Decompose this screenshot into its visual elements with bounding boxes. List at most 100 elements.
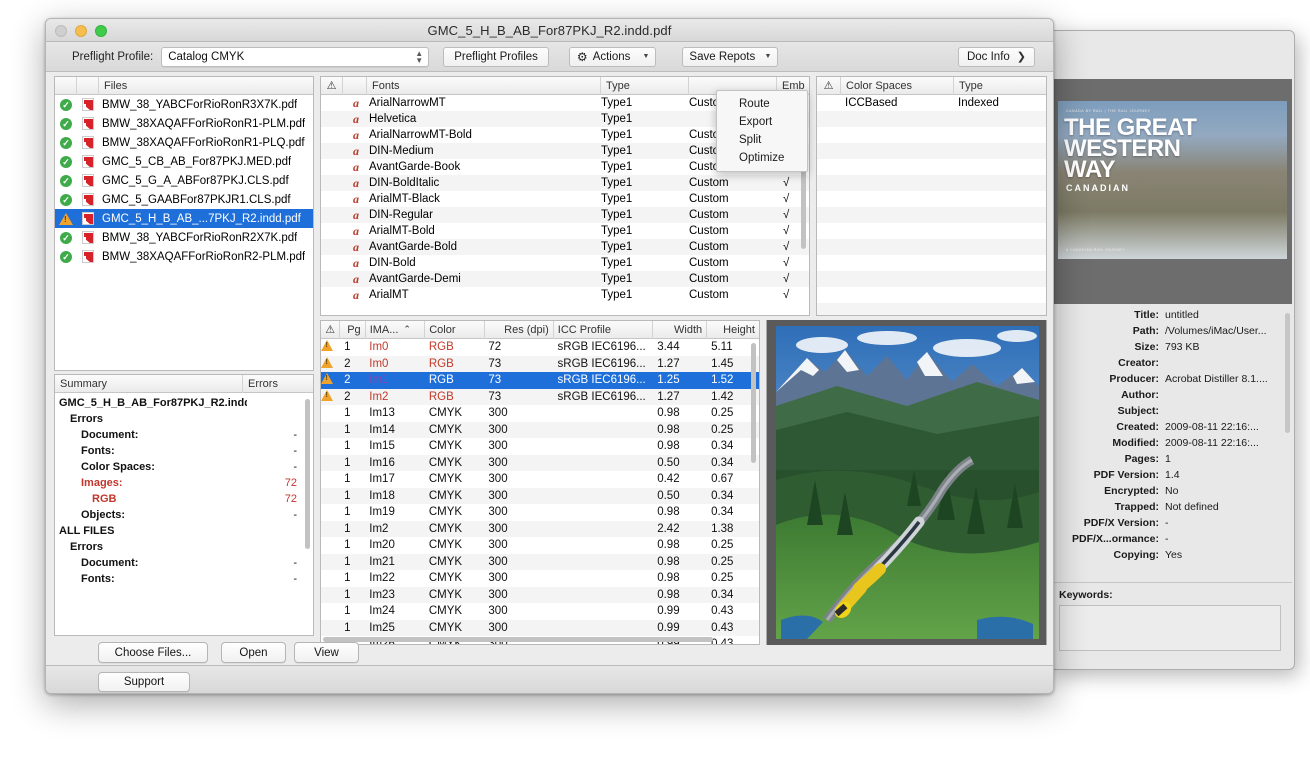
menu-item-export[interactable]: Export [717, 113, 807, 131]
window-titlebar[interactable]: GMC_5_H_B_AB_For87PKJ_R2.indd.pdf [46, 19, 1053, 42]
file-list-item[interactable]: ✓GMC_5_CB_AB_For87PKJ.MED.pdf [55, 152, 313, 171]
actions-dropdown-arrow[interactable]: ▼ [636, 47, 656, 67]
preflight-profile-select[interactable]: Catalog CMYK ▲▼ [161, 47, 429, 67]
open-button[interactable]: Open [221, 642, 286, 663]
images-page-column-header[interactable]: Pg [340, 321, 365, 339]
file-list-item[interactable]: ✓BMW_38XAQAFForRioRonR1-PLM.pdf [55, 114, 313, 133]
actions-button[interactable]: ⚙ Actions [569, 47, 637, 67]
keywords-input[interactable] [1059, 605, 1281, 651]
summary-scroll-thumb[interactable] [305, 399, 310, 549]
images-hscroll-thumb[interactable] [323, 637, 713, 642]
font-name: ArialNarrowMT-Bold [367, 129, 601, 141]
doc-info-key: Subject: [1053, 405, 1165, 417]
images-height-column-header[interactable]: Height [707, 321, 759, 339]
images-width-column-header[interactable]: Width [653, 321, 707, 339]
font-list-item[interactable]: aDIN-RegularType1Custom√ [321, 207, 809, 223]
images-resolution-column-header[interactable]: Res (dpi) [485, 321, 554, 339]
files-icon-column-header[interactable] [77, 77, 99, 95]
font-list-item[interactable]: aArialMTType1Custom√ [321, 287, 809, 303]
choose-files-button[interactable]: Choose Files... [98, 642, 208, 663]
doc-info-key: Author: [1053, 389, 1165, 401]
font-list-item[interactable]: aArialMT-BoldType1Custom√ [321, 223, 809, 239]
font-type: Type1 [601, 225, 689, 237]
image-list-item[interactable]: 2Im1RGB73sRGB IEC6196...1.251.52 [321, 372, 759, 389]
file-list-item[interactable]: GMC_5_H_B_AB_...7PKJ_R2.indd.pdf [55, 209, 313, 228]
preflight-profiles-button[interactable]: Preflight Profiles [443, 47, 549, 67]
fonts-name-column-header[interactable]: Fonts [367, 77, 601, 95]
image-list-item[interactable]: 1Im18CMYK3000.500.34 [321, 488, 759, 505]
color-spaces-name-column-header[interactable]: Color Spaces [841, 77, 954, 95]
images-name-column-header[interactable]: IMA... ⌃ [366, 321, 426, 339]
errors-column-header[interactable]: Errors [243, 375, 313, 393]
images-warning-column-header[interactable]: ⚠ [321, 321, 340, 339]
images-list[interactable]: 1Im0RGB72sRGB IEC6196...3.445.112Im0RGB7… [321, 339, 759, 645]
image-page-cell: 2 [340, 358, 365, 370]
menu-item-optimize[interactable]: Optimize [717, 149, 807, 167]
images-vscroll-thumb[interactable] [751, 343, 756, 463]
image-list-item[interactable]: 2Im0RGB73sRGB IEC6196...1.271.45 [321, 356, 759, 373]
summary-row: Images:72 [55, 475, 313, 491]
font-list-item[interactable]: aAvantGarde-BoldType1Custom√ [321, 239, 809, 255]
color-space-empty-row [817, 111, 1046, 127]
menu-item-split[interactable]: Split [717, 131, 807, 149]
image-list-item[interactable]: 1Im15CMYK3000.980.34 [321, 438, 759, 455]
image-list-item[interactable]: 1Im0RGB72sRGB IEC6196...3.445.11 [321, 339, 759, 356]
file-list-item[interactable]: ✓BMW_38_YABCForRioRonR2X7K.pdf [55, 228, 313, 247]
image-list-item[interactable]: 1Im19CMYK3000.980.34 [321, 504, 759, 521]
image-list-item[interactable]: 1Im21CMYK3000.980.25 [321, 554, 759, 571]
images-horizontal-scrollbar[interactable] [323, 635, 749, 643]
file-list-item[interactable]: ✓BMW_38XAQAFForRioRonR1-PLQ.pdf [55, 133, 313, 152]
font-list-item[interactable]: aArialMT-BlackType1Custom√ [321, 191, 809, 207]
images-icc-column-header[interactable]: ICC Profile [554, 321, 654, 339]
font-list-item[interactable]: aDIN-BoldType1Custom√ [321, 255, 809, 271]
summary-scrollbar[interactable] [303, 395, 312, 633]
file-list-item[interactable]: ✓GMC_5_G_A_ABFor87PKJ.CLS.pdf [55, 171, 313, 190]
save-reports-select[interactable]: Save Repots ▼ [682, 47, 778, 67]
file-list-item[interactable]: ✓GMC_5_GAABFor87PKJR1.CLS.pdf [55, 190, 313, 209]
image-warning-cell [321, 390, 340, 404]
color-spaces-warning-column-header[interactable]: ⚠ [817, 77, 841, 95]
actions-dropdown-menu[interactable]: Route Export Split Optimize [716, 90, 808, 172]
image-list-item[interactable]: 1Im16CMYK3000.500.34 [321, 455, 759, 472]
file-list-item[interactable]: ✓BMW_38XAQAFForRioRonR2-PLM.pdf [55, 247, 313, 266]
doc-info-button[interactable]: Doc Info ❯ [958, 47, 1035, 67]
font-list-item[interactable]: aAvantGarde-DemiType1Custom√ [321, 271, 809, 287]
doc-info-scrollbar[interactable] [1285, 313, 1290, 433]
images-vertical-scrollbar[interactable] [749, 341, 758, 634]
color-spaces-type-column-header[interactable]: Type [954, 77, 1046, 95]
doc-info-value: 1.4 [1165, 469, 1292, 481]
image-list-item[interactable]: 1Im2CMYK3002.421.38 [321, 521, 759, 538]
image-list-item[interactable]: 1Im23CMYK3000.980.34 [321, 587, 759, 604]
image-list-item[interactable]: 1Im24CMYK3000.990.43 [321, 603, 759, 620]
files-scrollbar[interactable] [303, 97, 312, 368]
image-list-item[interactable]: 1Im25CMYK3000.990.43 [321, 620, 759, 637]
font-subset: Custom [689, 241, 777, 253]
window-body: Files ✓BMW_38_YABCForRioRonR3X7K.pdf✓BMW… [46, 72, 1053, 694]
files-list[interactable]: ✓BMW_38_YABCForRioRonR3X7K.pdf✓BMW_38XAQ… [55, 95, 313, 266]
color-spaces-list[interactable]: ICCBasedIndexed [817, 95, 1046, 316]
image-color-cell: CMYK [425, 457, 485, 469]
fonts-warning-column-header[interactable]: ⚠ [321, 77, 343, 95]
font-type1-icon: a [321, 112, 367, 127]
image-list-item[interactable]: 1Im20CMYK3000.980.25 [321, 537, 759, 554]
fonts-icon-column-header[interactable] [343, 77, 367, 95]
image-list-item[interactable]: 1Im17CMYK3000.420.67 [321, 471, 759, 488]
files-status-column-header[interactable] [55, 77, 77, 95]
color-space-list-item[interactable]: ICCBasedIndexed [817, 95, 1046, 111]
image-color-cell: CMYK [425, 506, 485, 518]
view-button[interactable]: View [294, 642, 359, 663]
file-list-item[interactable]: ✓BMW_38_YABCForRioRonR3X7K.pdf [55, 95, 313, 114]
support-button[interactable]: Support [98, 672, 190, 692]
menu-item-route[interactable]: Route [717, 95, 807, 113]
image-list-item[interactable]: 1Im13CMYK3000.980.25 [321, 405, 759, 422]
summary-column-header[interactable]: Summary [55, 375, 243, 393]
image-list-item[interactable]: 1Im14CMYK3000.980.25 [321, 422, 759, 439]
actions-button-group[interactable]: ⚙ Actions ▼ [569, 47, 656, 67]
images-color-column-header[interactable]: Color [425, 321, 485, 339]
fonts-type-column-header[interactable]: Type [601, 77, 689, 95]
image-list-item[interactable]: 1Im22CMYK3000.980.25 [321, 570, 759, 587]
image-page-cell: 2 [340, 391, 365, 403]
files-name-column-header[interactable]: Files [99, 77, 313, 95]
image-list-item[interactable]: 2Im2RGB73sRGB IEC6196...1.271.42 [321, 389, 759, 406]
font-list-item[interactable]: aDIN-BoldItalicType1Custom√ [321, 175, 809, 191]
